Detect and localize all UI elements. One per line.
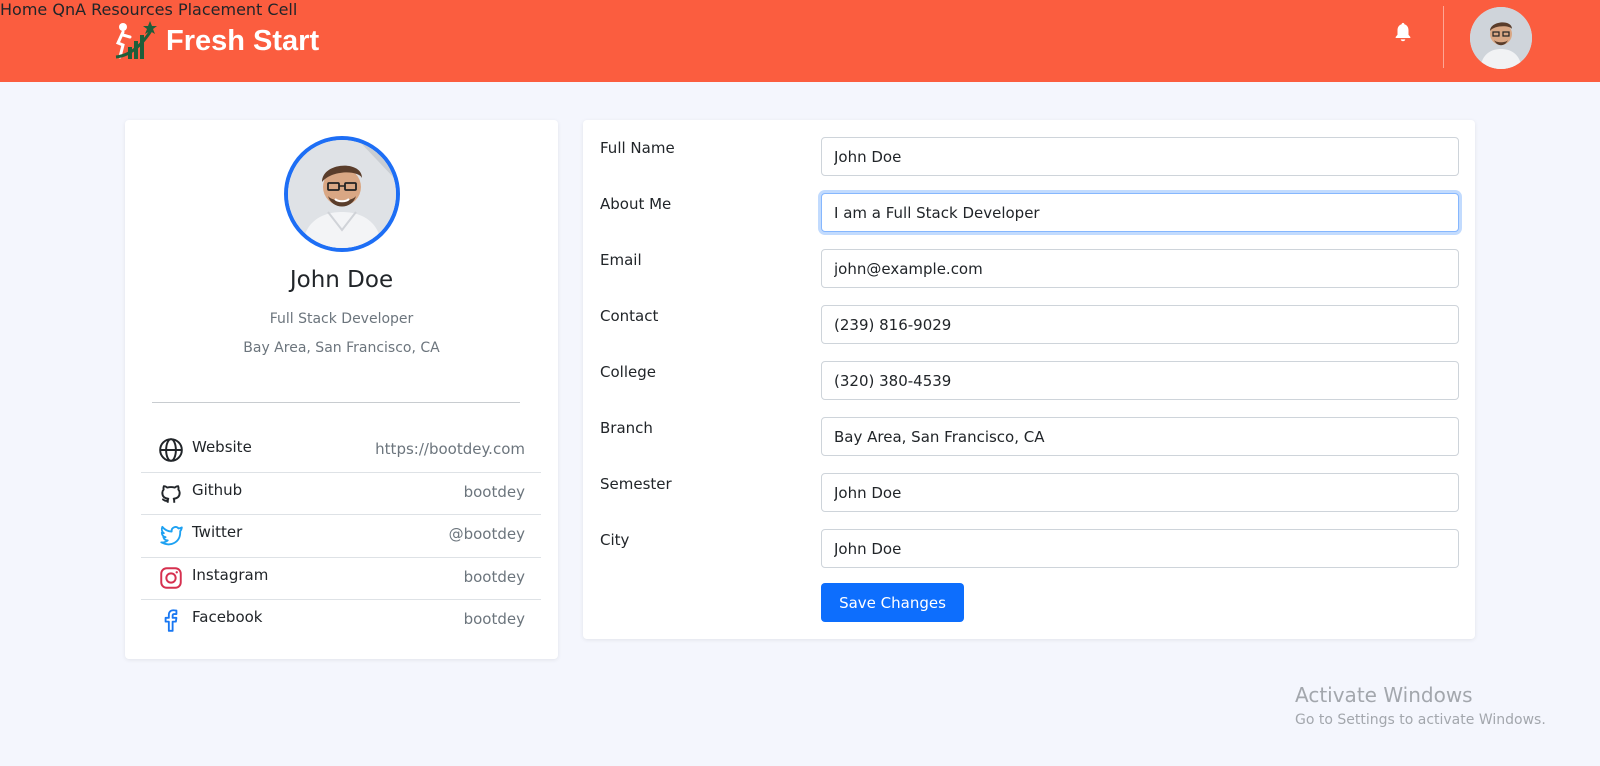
watermark-subtitle: Go to Settings to activate Windows. (1295, 712, 1546, 728)
avatar-image (1470, 7, 1532, 69)
brand-name: Fresh Start (166, 24, 320, 57)
edit-profile-form: Full Name About Me Email Contact College… (583, 120, 1475, 639)
top-navbar: Fresh Start Home QnA Resources Placement… (0, 0, 1600, 82)
link-twitter[interactable]: Twitter @bootdey (141, 515, 541, 558)
contact-input[interactable] (821, 305, 1459, 344)
form-row-college: College (583, 361, 1475, 404)
save-changes-button[interactable]: Save Changes (821, 583, 964, 622)
semester-input[interactable] (821, 473, 1459, 512)
globe-icon (159, 438, 183, 462)
twitter-icon (160, 525, 183, 546)
instagram-icon (160, 566, 182, 589)
link-value[interactable]: https://bootdey.com (375, 440, 525, 458)
form-row-email: Email (583, 249, 1475, 292)
link-value[interactable]: bootdey (464, 568, 525, 586)
profile-divider (152, 402, 520, 403)
field-label: College (600, 363, 656, 381)
field-label: City (600, 531, 630, 549)
link-label: Twitter (192, 523, 243, 541)
link-website[interactable]: Website https://bootdey.com (141, 430, 541, 473)
link-label: Website (192, 438, 252, 456)
link-instagram[interactable]: Instagram bootdey (141, 558, 541, 600)
windows-activation-watermark: Activate Windows Go to Settings to activ… (1295, 683, 1546, 728)
city-input[interactable] (821, 529, 1459, 568)
link-label: Facebook (192, 608, 263, 626)
form-row-contact: Contact (583, 305, 1475, 348)
field-label: Contact (600, 307, 659, 325)
profile-photo (288, 140, 396, 248)
notification-bell-icon[interactable] (1392, 20, 1414, 44)
field-label: Semester (600, 475, 672, 493)
nav-home[interactable]: Home (0, 0, 47, 19)
social-links-list: Website https://bootdey.com Github bootd… (141, 430, 541, 643)
branch-input[interactable] (821, 417, 1459, 456)
watermark-title: Activate Windows (1295, 683, 1473, 707)
profile-card: John Doe Full Stack Developer Bay Area, … (125, 120, 558, 659)
profile-name: John Doe (289, 267, 394, 293)
user-avatar[interactable] (1470, 7, 1532, 69)
facebook-icon (164, 609, 178, 632)
form-row-full-name: Full Name (583, 137, 1475, 180)
link-facebook[interactable]: Facebook bootdey (141, 600, 541, 643)
email-input[interactable] (821, 249, 1459, 288)
form-row-semester: Semester (583, 473, 1475, 516)
link-github[interactable]: Github bootdey (141, 473, 541, 515)
profile-avatar (284, 136, 400, 252)
form-row-about-me: About Me (583, 193, 1475, 236)
field-label: Branch (600, 419, 653, 437)
field-label: About Me (600, 195, 672, 213)
github-icon (161, 484, 181, 503)
link-value[interactable]: bootdey (464, 483, 525, 501)
college-input[interactable] (821, 361, 1459, 400)
link-label: Instagram (192, 565, 269, 584)
form-row-branch: Branch (583, 417, 1475, 460)
brand[interactable]: Fresh Start (112, 17, 319, 65)
nav-qna[interactable]: QnA (52, 0, 86, 19)
field-label: Email (600, 251, 642, 269)
header-divider (1443, 6, 1444, 68)
about-me-input[interactable] (821, 193, 1459, 232)
profile-role: Full Stack Developer (269, 311, 414, 327)
profile-location: Bay Area, San Francisco, CA (243, 340, 440, 356)
link-value[interactable]: bootdey (464, 610, 525, 628)
link-label: Github (192, 480, 243, 499)
full-name-input[interactable] (821, 137, 1459, 176)
field-label: Full Name (600, 139, 675, 157)
fresh-start-logo (115, 21, 157, 59)
link-value[interactable]: @bootdey (449, 525, 525, 543)
form-row-city: City (583, 529, 1475, 572)
